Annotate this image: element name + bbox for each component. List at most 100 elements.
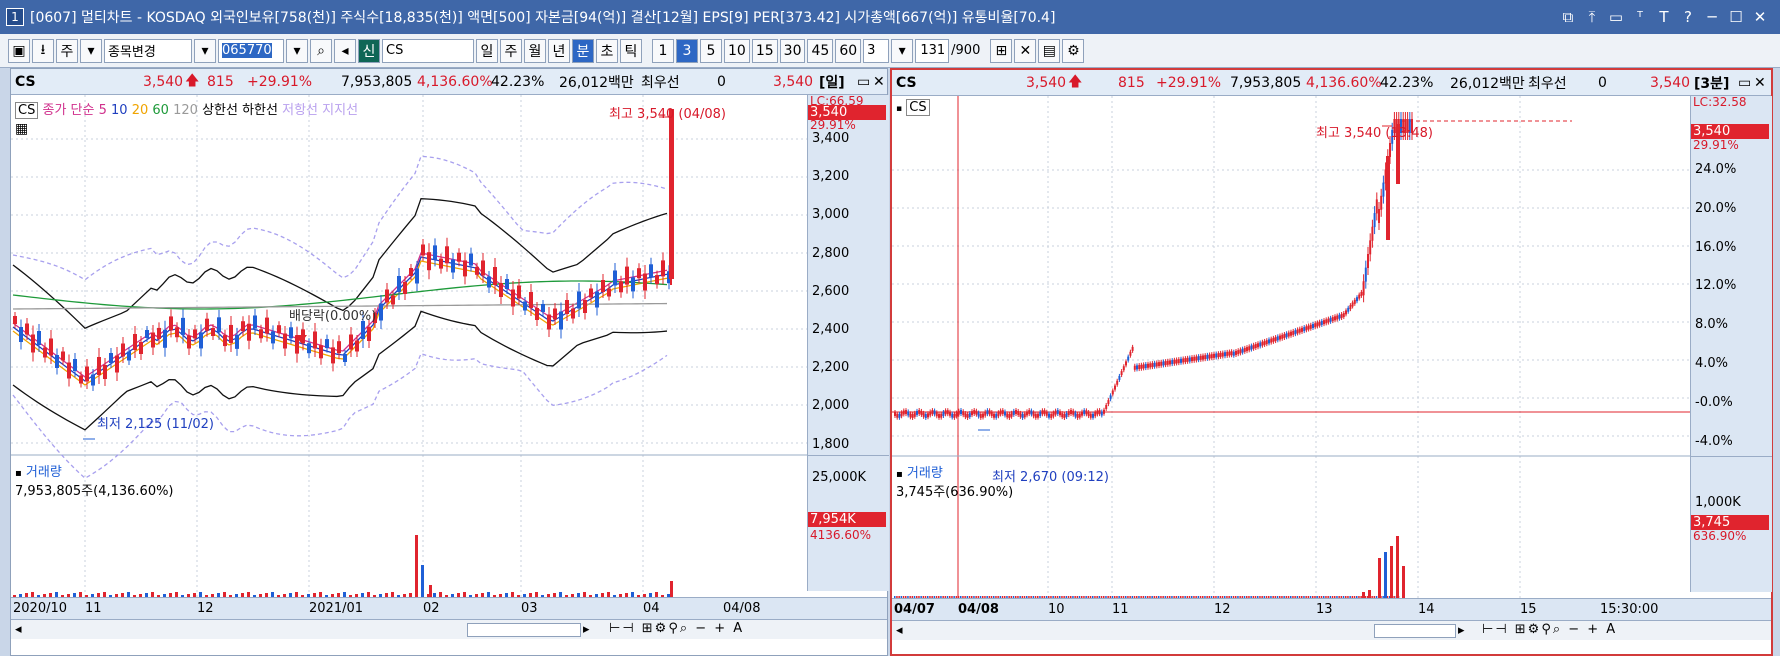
legend-cs[interactable]: CS	[15, 102, 39, 119]
close-icon[interactable]: ✕	[1748, 8, 1772, 26]
multiplier-input[interactable]: 3	[863, 38, 890, 63]
restore-icon[interactable]: ⧉	[1556, 8, 1580, 26]
draw-tool-icon[interactable]: ✕	[1014, 38, 1037, 63]
volume-scale-right[interactable]: 1,000K 3,745 636.90%	[1690, 456, 1772, 592]
candle-body	[547, 314, 551, 330]
interval-60[interactable]: 60	[835, 38, 862, 63]
interval-5[interactable]: 5	[700, 38, 722, 63]
multiplier-dropdown-icon[interactable]: ▾	[891, 38, 914, 63]
tab-month[interactable]: 월	[524, 38, 546, 63]
legend-cs-right[interactable]: CS	[906, 99, 930, 116]
interval-1[interactable]: 1	[652, 38, 674, 63]
stock-name-field[interactable]: CS	[382, 38, 474, 63]
candle-body	[1118, 375, 1121, 380]
interval-30[interactable]: 30	[779, 38, 806, 63]
tab-week[interactable]: 주	[500, 38, 522, 63]
horizontal-scrollbar-right[interactable]: ◂ ▸ ⊢⊣ ⊞⚙⚲⌕ − + A	[892, 620, 1771, 640]
high-annotation: 최고 3,540 (04/08)	[609, 107, 727, 122]
stock-name: CS	[15, 73, 36, 90]
daily-chart-plot[interactable]	[11, 95, 807, 615]
interval-3[interactable]: 3	[676, 38, 698, 63]
candle-body	[1334, 316, 1336, 321]
stock-change-combo[interactable]: 종목변경	[104, 38, 192, 63]
candle-body	[1096, 410, 1099, 415]
candle-body	[988, 410, 991, 415]
candle-body	[1235, 350, 1237, 355]
legend-lower: 하한선	[242, 103, 278, 118]
tab-day[interactable]: 일	[476, 38, 498, 63]
tab-tick[interactable]: 틱	[620, 38, 642, 63]
layout-icon[interactable]: ▣	[8, 38, 30, 63]
count-input[interactable]: 131	[915, 38, 950, 63]
pin-icon[interactable]: ⤒	[1580, 8, 1604, 26]
minute-chart-plot[interactable]	[892, 96, 1690, 616]
candle-body	[1329, 317, 1332, 322]
price-scale[interactable]: LC:66.59 3,540 29.91% 3,400 3,200 3,000 2,8…	[807, 94, 889, 455]
x-tick: 04/08	[958, 602, 999, 617]
candle-body	[1338, 314, 1341, 319]
tab-year[interactable]: 년	[548, 38, 570, 63]
tab-minute[interactable]: 분	[572, 38, 594, 63]
scroll-left-icon[interactable]: ◂	[15, 622, 22, 637]
candle-body	[1301, 327, 1303, 332]
search-icon[interactable]: ⌕	[310, 38, 332, 63]
vol-tick-right: 1,000K	[1695, 495, 1741, 510]
legend-ma120: 120	[173, 103, 198, 118]
window-icon[interactable]: ▭	[1604, 8, 1628, 26]
panel-maximize-icon-right[interactable]: ▭	[1738, 75, 1751, 91]
candle-body	[1358, 294, 1361, 299]
interval-15[interactable]: 15	[751, 38, 778, 63]
save-icon[interactable]: ▤	[1038, 38, 1061, 63]
price-tag-right: 3,540	[1691, 124, 1769, 139]
panel-close-icon[interactable]: ✕	[873, 74, 885, 90]
minimize-icon[interactable]: ─	[1700, 8, 1724, 26]
code-dropdown-icon[interactable]: ▾	[286, 38, 308, 63]
scroll-right-icon-right[interactable]: ▸	[1458, 623, 1465, 638]
volume-scale[interactable]: 25,000K 7,954K 4136.60%	[807, 455, 889, 591]
chart-type-icon[interactable]: ⊞	[990, 38, 1013, 63]
scroll-right-icon[interactable]: ▸	[583, 622, 590, 637]
scroll-thumb[interactable]	[467, 623, 581, 637]
candle-body	[151, 332, 155, 348]
candle-body	[49, 338, 53, 356]
candle-body	[922, 412, 925, 417]
grid-icon[interactable]: ▦	[15, 121, 28, 137]
bold-t-icon[interactable]: T	[1652, 8, 1676, 26]
interval-45[interactable]: 45	[807, 38, 834, 63]
candle-body	[1382, 182, 1385, 197]
candle-body	[1125, 361, 1127, 366]
candle-body	[911, 413, 914, 418]
code-input[interactable]: 065770	[218, 38, 284, 63]
candle-body	[1193, 356, 1196, 361]
market-dropdown-icon[interactable]: ▾	[80, 38, 102, 63]
maximize-icon[interactable]: ☐	[1724, 8, 1748, 26]
settings-icon[interactable]: ⚙	[1062, 38, 1085, 63]
zoom-tools[interactable]: ⊢⊣ ⊞⚙⚲⌕ − + A	[609, 621, 744, 636]
candle-body	[1292, 330, 1295, 335]
candle-body	[1367, 254, 1369, 268]
candle-body	[1065, 413, 1068, 418]
vol-pct-tag-right: 636.90%	[1693, 529, 1747, 543]
panel-maximize-icon[interactable]: ▭	[857, 74, 870, 90]
candle-body	[1155, 362, 1158, 367]
download-icon[interactable]: ⭳	[32, 38, 54, 63]
daily-chart-panel: CS 3,540 🡅 815 +29.91% 7,953,805 4,136.6…	[10, 68, 889, 656]
candle-body	[517, 285, 521, 299]
panel-close-icon-right[interactable]: ✕	[1754, 75, 1766, 91]
pct-scale[interactable]: LC:32.58 3,540 29.91% 24.0% 20.0% 16.0% 12.…	[1690, 95, 1772, 456]
candle-body	[1144, 364, 1147, 369]
combo-dropdown-icon[interactable]: ▾	[194, 38, 216, 63]
zoom-tools-right[interactable]: ⊢⊣ ⊞⚙⚲⌕ − + A	[1482, 622, 1617, 637]
scroll-thumb-right[interactable]	[1374, 624, 1456, 638]
text-icon[interactable]: ᵀ	[1628, 8, 1652, 26]
horizontal-scrollbar[interactable]: ◂ ▸ ⊢⊣ ⊞⚙⚲⌕ − + A	[11, 619, 887, 639]
market-select[interactable]: 주	[56, 38, 78, 63]
candle-body	[1206, 354, 1209, 359]
tab-second[interactable]: 초	[596, 38, 618, 63]
price-legend: CS 종가 단순 5 10 20 60 120 상한선 하한선 저항선 지지선	[15, 99, 358, 119]
scroll-left-icon-right[interactable]: ◂	[896, 623, 903, 638]
sound-icon[interactable]: ◂	[334, 38, 356, 63]
interval-10[interactable]: 10	[724, 38, 750, 63]
new-badge[interactable]: 신	[358, 38, 380, 63]
help-icon[interactable]: ?	[1676, 8, 1700, 26]
